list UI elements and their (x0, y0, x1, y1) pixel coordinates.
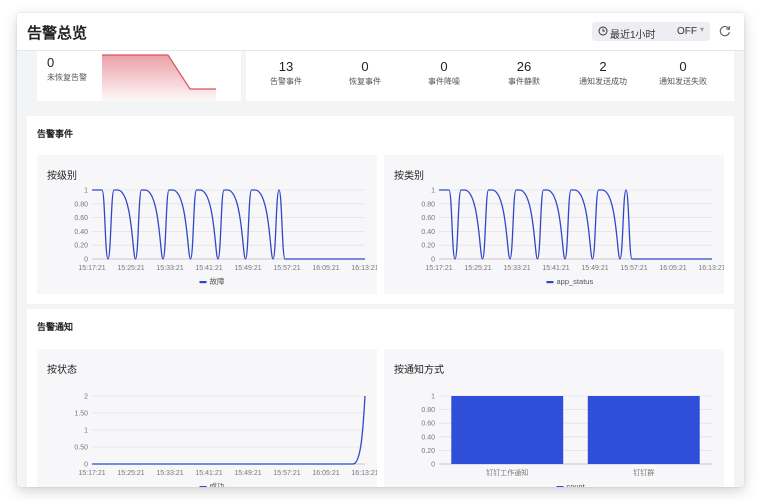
legend-label: 成功 (210, 481, 225, 487)
y-tick-label: 0.60 (74, 215, 88, 222)
x-tick-label: 15:41:21 (195, 265, 222, 272)
clock-icon (598, 26, 608, 36)
page-title: 告警总览 (27, 25, 88, 42)
x-tick-label: 钉钉工作通知 (486, 468, 528, 477)
y-tick-label: 0.80 (421, 201, 435, 208)
x-tick-label: 15:33:21 (156, 265, 183, 272)
unrecovered-count: 0 (47, 55, 55, 70)
chart-by-channel: 0 0.20 0.40 0.60 0.80 1 钉钉工作通知 钉钉群 count (421, 394, 712, 487)
section-title: 告警事件 (37, 129, 74, 139)
alert-notify-section: 告警通知 按状态 0 0.50 1 1.50 2 15:17:21 15:25:21 15:3… (27, 309, 734, 487)
y-tick-label: 1 (84, 428, 88, 435)
stat-noise-reduction: 0 事件降噪 (428, 59, 460, 86)
legend-label: count (567, 482, 586, 487)
chart-panel-by-level: 按级别 0 0.20 0.40 0.60 0.80 1 15:17:21 15:25:21 15… (37, 155, 377, 294)
chart-by-level: 0 0.20 0.40 0.60 0.80 1 15:17:21 15:25:21 15:33:… (74, 188, 377, 287)
x-tick-label: 15:49:21 (581, 265, 608, 272)
section-title: 告警通知 (37, 322, 74, 332)
legend-swatch (199, 281, 207, 284)
y-tick-label: 0 (84, 462, 88, 469)
x-tick-label: 16:05:21 (312, 470, 339, 477)
time-range-selector[interactable]: 最近1小时 OFF ▾ (592, 22, 710, 41)
x-tick-label: 16:13:21 (351, 265, 377, 272)
stat-alert-events: 13 告警事件 (270, 59, 302, 86)
y-tick-label: 0.20 (421, 243, 435, 250)
refresh-icon[interactable] (718, 24, 732, 38)
unrecovered-label: 未恢复告警 (47, 73, 87, 82)
legend-swatch (199, 486, 207, 487)
y-tick-label: 1 (84, 188, 88, 195)
y-tick-label: 0.40 (421, 434, 435, 441)
chart-by-status: 0 0.50 1 1.50 2 15:17:21 15:25:21 15:33:21 15:41… (74, 394, 377, 487)
legend-label: app_status (557, 277, 594, 286)
app-window: 告警总览 最近1小时 OFF ▾ 0 未恢复告警 13 告警事件 0 恢复事件 … (17, 13, 744, 487)
y-tick-label: 0.80 (421, 407, 435, 414)
x-tick-label: 钉钉群 (633, 468, 654, 477)
x-tick-label: 15:17:21 (78, 265, 105, 272)
x-tick-label: 15:33:21 (503, 265, 530, 272)
x-tick-label: 15:49:21 (234, 265, 261, 272)
chart-panel-by-channel: 按通知方式 0 0.20 0.40 0.60 0.80 1 钉钉工作通知 钉钉群 count (384, 349, 724, 487)
x-tick-label: 15:57:21 (273, 265, 300, 272)
legend-swatch (556, 486, 564, 487)
stats-card: 13 告警事件 0 恢复事件 0 事件降噪 26 事件静默 2 通知发送成功 0 通知发送失… (246, 51, 734, 101)
bar (451, 396, 564, 464)
x-tick-label: 16:13:21 (698, 265, 724, 272)
chart-panel-by-category: 按类别 0 0.20 0.40 0.60 0.80 1 15:17:21 15:25:21 15… (384, 155, 724, 294)
auto-refresh-select[interactable]: OFF (677, 26, 697, 37)
stat-notify-failed: 0 通知发送失败 (659, 59, 707, 86)
series-line (92, 189, 365, 260)
stat-silenced: 26 事件静默 (508, 59, 540, 86)
y-tick-label: 0 (431, 462, 435, 469)
y-tick-label: 0.20 (74, 243, 88, 250)
y-tick-label: 0.60 (421, 421, 435, 428)
y-tick-label: 0.40 (74, 229, 88, 236)
stat-recovery-events: 0 恢复事件 (349, 59, 381, 86)
y-tick-label: 1 (431, 188, 435, 195)
legend-swatch (546, 281, 554, 284)
x-tick-label: 15:25:21 (464, 265, 491, 272)
y-tick-label: 0.40 (421, 229, 435, 236)
y-tick-label: 1 (431, 394, 435, 401)
x-tick-label: 15:41:21 (542, 265, 569, 272)
unrecovered-sparkline (102, 54, 216, 101)
chart-panel-by-status: 按状态 0 0.50 1 1.50 2 15:17:21 15:25:21 15:33:21 1… (37, 349, 377, 487)
y-tick-label: 0.50 (74, 445, 88, 452)
page-header: 告警总览 最近1小时 OFF ▾ (17, 13, 744, 51)
unrecovered-card: 0 未恢复告警 (37, 51, 241, 101)
y-tick-label: 0 (84, 257, 88, 264)
x-tick-label: 15:17:21 (78, 470, 105, 477)
x-tick-label: 15:17:21 (425, 265, 452, 272)
x-tick-label: 15:57:21 (620, 265, 647, 272)
stat-notify-success: 2 通知发送成功 (579, 59, 627, 86)
y-tick-label: 2 (84, 394, 88, 401)
chevron-down-icon: ▾ (700, 25, 705, 34)
x-tick-label: 16:05:21 (659, 265, 686, 272)
bar (587, 396, 700, 464)
x-tick-label: 15:57:21 (273, 470, 300, 477)
time-range-label: 最近1小时 (610, 30, 656, 41)
x-tick-label: 15:25:21 (117, 265, 144, 272)
y-tick-label: 0 (431, 257, 435, 264)
x-tick-label: 16:05:21 (312, 265, 339, 272)
series-line (439, 189, 712, 260)
x-tick-label: 15:25:21 (117, 470, 144, 477)
alert-events-section: 告警事件 按级别 0 0.20 0.40 0.60 0.80 1 15:17:21 15:25… (27, 116, 734, 304)
x-tick-label: 16:13:21 (351, 470, 377, 477)
y-tick-label: 1.50 (74, 411, 88, 418)
chart-by-category: 0 0.20 0.40 0.60 0.80 1 15:17:21 15:25:21 15:33:… (421, 188, 724, 287)
y-tick-label: 0.20 (421, 448, 435, 455)
y-tick-label: 0.80 (74, 201, 88, 208)
x-tick-label: 15:41:21 (195, 470, 222, 477)
legend-label: 故障 (210, 276, 225, 286)
x-tick-label: 15:49:21 (234, 470, 261, 477)
x-tick-label: 15:33:21 (156, 470, 183, 477)
y-tick-label: 0.60 (421, 215, 435, 222)
